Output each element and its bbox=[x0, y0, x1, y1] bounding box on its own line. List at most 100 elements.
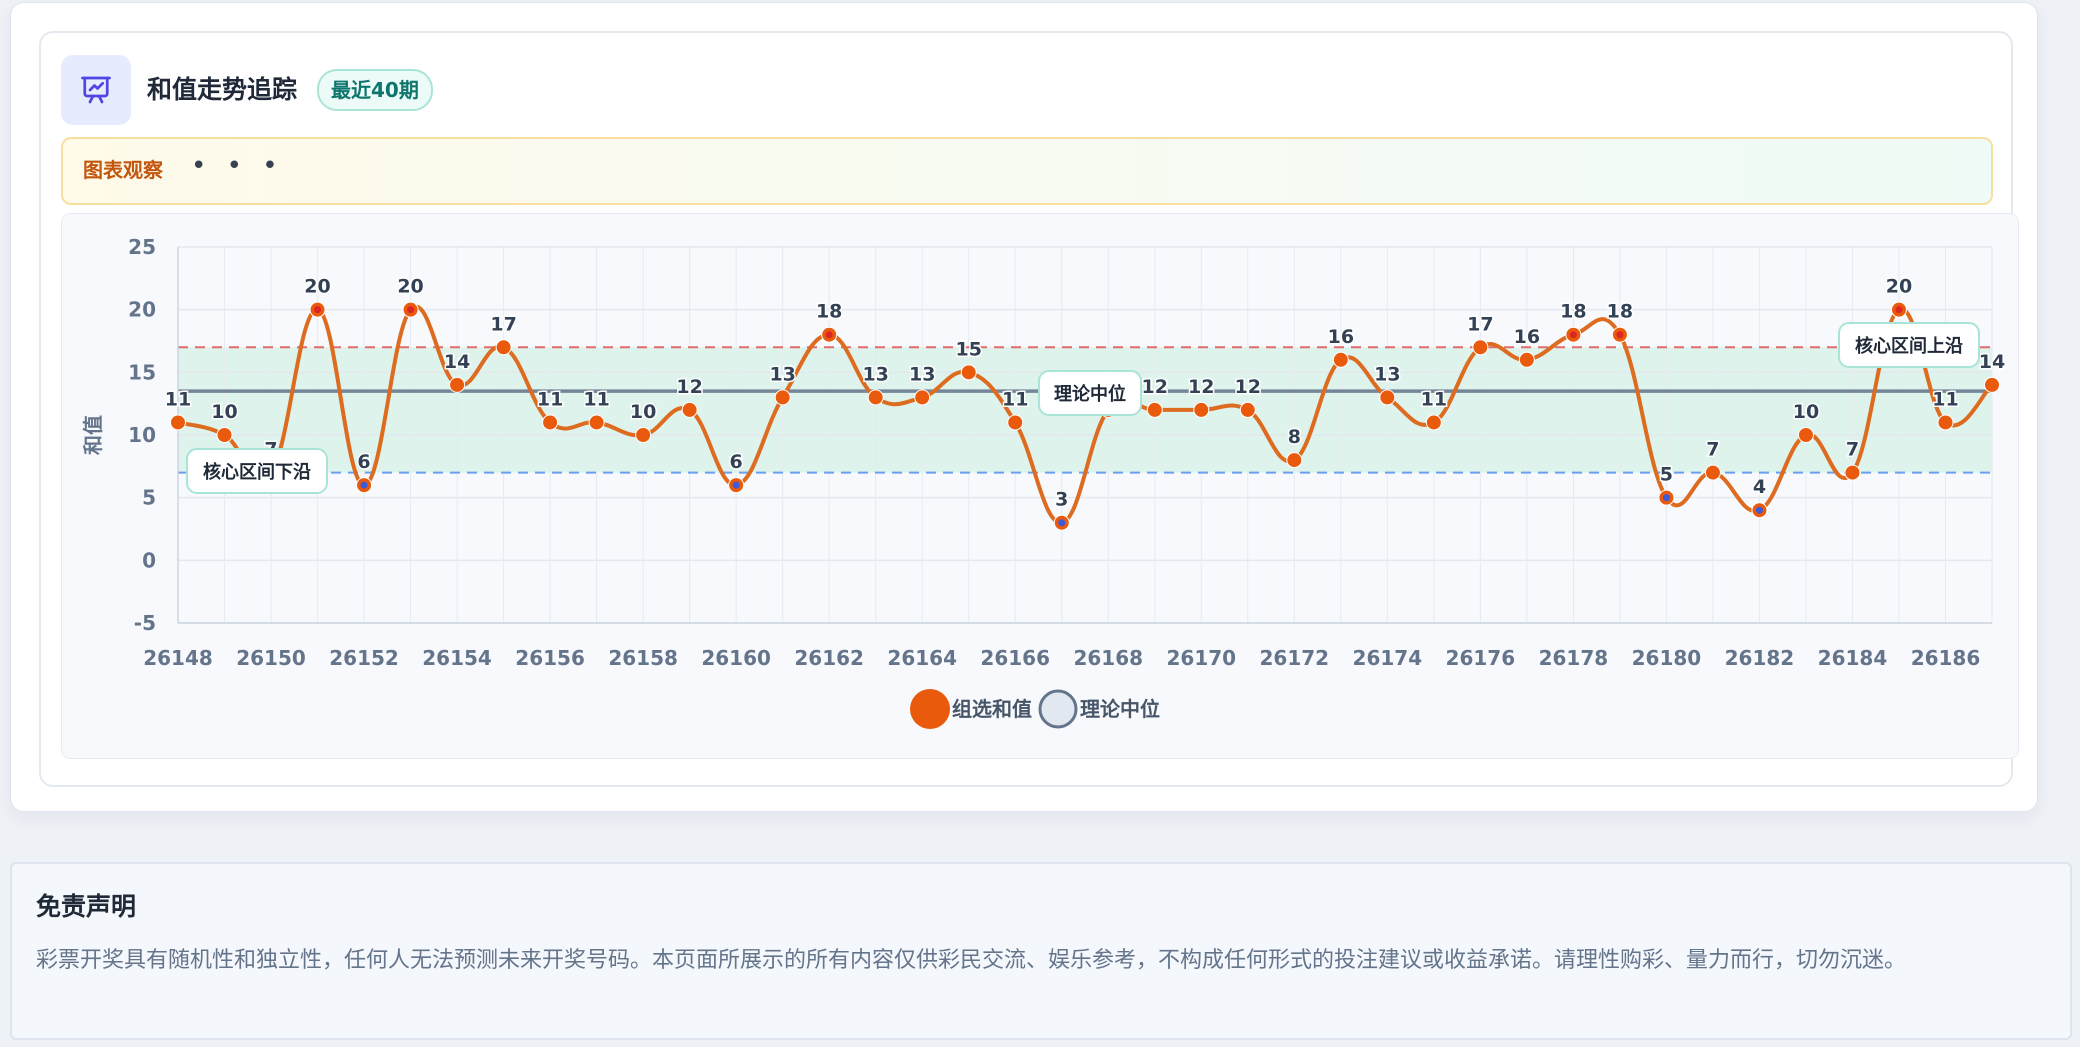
data-point bbox=[170, 414, 186, 431]
data-label: 14 bbox=[444, 351, 470, 373]
high-marker bbox=[825, 331, 833, 339]
data-label: 6 bbox=[730, 451, 743, 473]
data-label: 11 bbox=[1932, 388, 1958, 410]
data-point bbox=[635, 427, 652, 443]
data-label: 12 bbox=[1235, 376, 1261, 398]
data-point bbox=[216, 427, 233, 443]
y-tick-label: 10 bbox=[128, 423, 156, 447]
x-tick-label: 26148 bbox=[143, 646, 213, 670]
x-tick-label: 26158 bbox=[608, 646, 678, 670]
x-tick-label: 26164 bbox=[887, 646, 957, 670]
data-label: 10 bbox=[630, 401, 656, 423]
x-tick-label: 26178 bbox=[1539, 646, 1609, 670]
x-tick-label: 26162 bbox=[794, 646, 864, 670]
low-marker bbox=[732, 481, 740, 489]
data-point bbox=[1704, 464, 1721, 481]
high-marker bbox=[407, 306, 415, 314]
data-label: 13 bbox=[909, 363, 935, 385]
presentation-chart-icon bbox=[61, 55, 131, 125]
low-marker bbox=[1058, 519, 1066, 527]
data-label: 20 bbox=[304, 276, 330, 298]
y-tick-label: -5 bbox=[134, 611, 156, 635]
x-tick-label: 26182 bbox=[1725, 646, 1795, 670]
x-tick-label: 26172 bbox=[1260, 646, 1330, 670]
data-point bbox=[1286, 452, 1303, 469]
x-tick-label: 26174 bbox=[1353, 646, 1423, 670]
data-point bbox=[960, 364, 977, 381]
data-point bbox=[774, 389, 791, 406]
data-point bbox=[1007, 414, 1024, 431]
data-point bbox=[1332, 351, 1349, 368]
disclaimer-title: 免责声明 bbox=[36, 892, 137, 921]
low-marker bbox=[1755, 506, 1763, 514]
data-point bbox=[1518, 351, 1535, 368]
legend-marker-median bbox=[1038, 689, 1078, 729]
x-tick-label: 26166 bbox=[980, 646, 1050, 670]
data-label: 6 bbox=[357, 451, 370, 473]
data-label: 10 bbox=[211, 401, 237, 423]
core-upper-tag: 核心区间上沿 bbox=[1855, 335, 1963, 357]
data-point bbox=[1193, 401, 1210, 418]
data-label: 8 bbox=[1288, 426, 1301, 448]
data-point bbox=[1472, 339, 1489, 356]
x-tick-label: 26186 bbox=[1911, 646, 1981, 670]
data-label: 17 bbox=[1467, 313, 1493, 335]
x-tick-label: 26154 bbox=[422, 646, 492, 670]
more-dots-icon[interactable]: • • • bbox=[191, 151, 284, 181]
low-marker bbox=[1662, 494, 1670, 502]
data-point bbox=[449, 376, 466, 393]
core-lower-tag: 核心区间下沿 bbox=[203, 461, 311, 483]
x-tick-label: 26184 bbox=[1818, 646, 1888, 670]
high-marker bbox=[314, 306, 322, 314]
x-tick-label: 26168 bbox=[1073, 646, 1143, 670]
chart-observation-bar[interactable]: 图表观察 • • • bbox=[61, 137, 1993, 205]
data-label: 11 bbox=[537, 388, 563, 410]
legend-label-median: 理论中位 bbox=[1080, 697, 1160, 721]
data-label: 4 bbox=[1753, 476, 1766, 498]
data-point bbox=[1937, 414, 1954, 431]
data-point bbox=[1984, 376, 2000, 393]
median-tag: 理论中位 bbox=[1054, 383, 1126, 405]
y-tick-label: 5 bbox=[142, 486, 156, 510]
x-tick-label: 26170 bbox=[1166, 646, 1236, 670]
data-label: 16 bbox=[1328, 326, 1354, 348]
y-axis-label: 和值 bbox=[81, 415, 105, 455]
data-point bbox=[1379, 389, 1396, 406]
high-marker bbox=[1616, 331, 1624, 339]
data-label: 7 bbox=[1706, 439, 1719, 461]
disclaimer-section: 免责声明 彩票开奖具有随机性和独立性，任何人无法预测未来开奖号码。本页面所展示的… bbox=[10, 862, 2072, 1040]
data-point bbox=[495, 339, 512, 356]
data-point bbox=[1239, 401, 1256, 418]
trend-panel: 和值走势追踪 最近40期 图表观察 • • • -5 0 5 10 15 20 25 2614… bbox=[39, 31, 2019, 787]
y-tick-label: 20 bbox=[128, 298, 156, 322]
data-point bbox=[542, 414, 559, 431]
data-label: 16 bbox=[1514, 326, 1540, 348]
data-label: 10 bbox=[1793, 401, 1819, 423]
data-label: 17 bbox=[490, 313, 516, 335]
y-tick-label: 15 bbox=[128, 360, 156, 384]
data-point bbox=[867, 389, 884, 406]
data-label: 20 bbox=[1886, 276, 1912, 298]
data-point bbox=[681, 401, 698, 418]
data-label: 18 bbox=[816, 301, 842, 323]
legend-label-series: 组选和值 bbox=[952, 697, 1032, 721]
data-label: 11 bbox=[583, 388, 609, 410]
high-marker bbox=[1895, 306, 1903, 314]
data-point bbox=[1844, 464, 1861, 481]
data-point bbox=[1146, 401, 1163, 418]
data-label: 12 bbox=[1188, 376, 1214, 398]
data-label: 18 bbox=[1607, 301, 1633, 323]
data-label: 14 bbox=[1979, 351, 2005, 373]
legend-marker-series bbox=[910, 689, 950, 729]
data-label: 12 bbox=[1142, 376, 1168, 398]
disclaimer-text: 彩票开奖具有随机性和独立性，任何人无法预测未来开奖号码。本页面所展示的所有内容仅… bbox=[36, 948, 1907, 973]
data-point bbox=[588, 414, 605, 431]
chart-title: 和值走势追踪 bbox=[147, 75, 298, 104]
x-tick-label: 26176 bbox=[1446, 646, 1516, 670]
low-marker bbox=[360, 481, 368, 489]
chart-panel: -5 0 5 10 15 20 25 26148 26150 26152 26154 26156 261… bbox=[61, 213, 2019, 759]
data-label: 11 bbox=[1421, 388, 1447, 410]
trend-card: 和值走势追踪 最近40期 图表观察 • • • -5 0 5 10 15 20 25 2614… bbox=[10, 2, 2038, 812]
data-label: 13 bbox=[862, 363, 888, 385]
high-marker bbox=[1569, 331, 1577, 339]
